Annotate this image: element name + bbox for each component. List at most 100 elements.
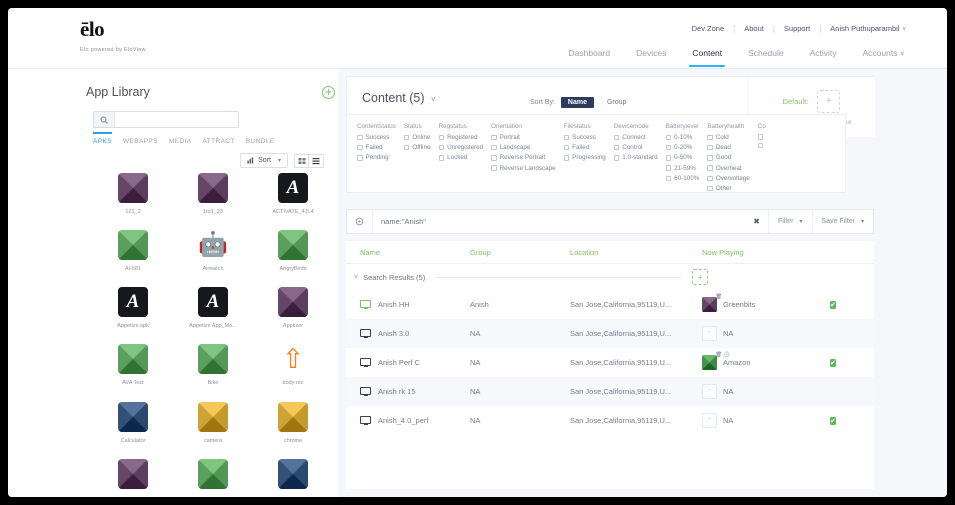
checkbox-icon[interactable] [613, 155, 620, 161]
trash-icon[interactable]: 🗑 [716, 295, 722, 300]
filter-checkbox-item[interactable]: Locked [438, 154, 484, 161]
filter-checkbox-item[interactable]: Dead [707, 144, 749, 151]
checkbox-icon[interactable] [757, 134, 764, 140]
tab-media[interactable]: MEDIA [169, 135, 199, 150]
checkbox-icon[interactable] [357, 134, 363, 141]
filter-checkbox-item[interactable]: Cold [707, 134, 749, 141]
checkbox-icon[interactable] [665, 144, 672, 151]
add-app-button[interactable]: + [322, 86, 335, 99]
filter-checkbox-item[interactable]: Unregistered [438, 144, 483, 151]
tab-bundle[interactable]: BUNDLE [246, 135, 282, 150]
now-playing-thumbnail[interactable]: 🗑 🕒 [702, 353, 730, 370]
filter-checkbox-item[interactable]: Failed [357, 144, 396, 151]
filter-checkbox-item[interactable]: Success [357, 134, 396, 141]
checkbox-icon[interactable] [665, 134, 672, 141]
checkbox-icon[interactable] [563, 144, 570, 151]
app-tile-item[interactable]: A Appetize App_Me... [177, 287, 249, 332]
checkbox-icon[interactable] [665, 155, 672, 161]
table-row[interactable]: Anish rk 15 NA San Jose,California,95119,U… [346, 377, 874, 406]
filter-checkbox-item[interactable]: 0-50% [665, 154, 700, 161]
filter-checkbox-item[interactable]: Other [707, 185, 749, 192]
filter-checkbox-item[interactable]: Reverse Portrait [491, 154, 556, 161]
checkbox-icon[interactable] [491, 165, 497, 171]
filter-checkbox-item[interactable]: Online [403, 134, 431, 141]
table-row[interactable]: Anish HH Anish San Jose,California,95119,U… [346, 290, 874, 319]
app-tile-item[interactable] [257, 458, 329, 497]
app-tile-item[interactable]: AngryBirds [257, 230, 329, 275]
filter-checkbox-item[interactable] [757, 134, 767, 140]
checkbox-icon[interactable] [665, 175, 672, 181]
app-tile-item[interactable]: A Appetize apk [97, 287, 169, 332]
checkbox-icon[interactable] [438, 134, 445, 141]
filter-checkbox-item[interactable]: Good [707, 154, 749, 161]
filter-checkbox-item[interactable]: Progressing [563, 154, 606, 161]
clock-icon[interactable]: 🕒 [724, 353, 730, 358]
checkbox-icon[interactable] [438, 155, 445, 161]
now-playing-thumbnail[interactable] [702, 326, 717, 341]
save-filter-button[interactable]: Save Filter ▾ [811, 210, 873, 233]
nav-item-devices[interactable]: Devices [623, 48, 679, 67]
now-playing-thumbnail[interactable] [702, 413, 717, 428]
checkbox-icon[interactable] [563, 134, 570, 141]
query-search-input[interactable] [373, 217, 746, 226]
filter-checkbox-item[interactable]: Pending [357, 154, 396, 161]
filter-checkbox-item[interactable]: Overheat [707, 165, 749, 172]
row-checkbox-checked[interactable]: ✔ [830, 300, 836, 309]
filter-checkbox-item[interactable]: Registered [438, 134, 484, 141]
utility-nav-item-about[interactable]: About [735, 24, 773, 33]
list-view-icon[interactable] [309, 153, 324, 168]
filter-checkbox-item[interactable]: Offline [403, 144, 431, 151]
utility-nav-item-support[interactable]: Support [775, 24, 819, 33]
filter-checkbox-item[interactable]: 0-10% [665, 134, 700, 141]
checkbox-icon[interactable] [613, 144, 620, 151]
app-tile-item[interactable]: Calculator [97, 401, 169, 447]
tab-webapps[interactable]: WEBAPPS [123, 135, 165, 150]
app-tile-item[interactable] [97, 458, 169, 497]
clear-search-icon[interactable]: ✖ [745, 217, 768, 226]
filter-checkbox-item[interactable]: Portrait [491, 134, 556, 141]
filter-checkbox-item[interactable]: Connect [613, 134, 658, 141]
checkbox-icon[interactable] [707, 144, 713, 151]
checkbox-icon[interactable] [563, 155, 570, 161]
app-tile-item[interactable]: chrome [257, 401, 329, 447]
column-header-location[interactable]: Location [570, 248, 702, 257]
now-playing-thumbnail[interactable]: 🗑 [702, 295, 722, 312]
column-header-name[interactable]: Name [360, 248, 470, 257]
now-playing-thumbnail[interactable] [702, 384, 717, 399]
checkbox-icon[interactable] [613, 134, 620, 141]
app-tile-item[interactable]: Al-681 [97, 230, 169, 275]
checkbox-icon[interactable] [665, 165, 672, 171]
app-tile-item[interactable]: camera [177, 401, 249, 447]
tab-apks[interactable]: APKS [93, 132, 119, 150]
column-header-now-playing[interactable]: Now Playing [702, 248, 830, 257]
checkbox-icon[interactable] [757, 142, 764, 149]
row-checkbox-checked[interactable]: ✔ [830, 358, 836, 367]
app-tile-item[interactable]: AVA Test [97, 344, 169, 389]
checkbox-icon[interactable] [357, 144, 363, 151]
add-to-group-button[interactable]: + [692, 269, 709, 285]
app-tile-item[interactable]: Apptizer [257, 287, 329, 332]
filter-checkbox-item[interactable]: 0-20% [665, 144, 700, 151]
checkbox-icon[interactable] [438, 144, 445, 151]
sort-by-name[interactable]: Name [560, 97, 594, 108]
content-title[interactable]: Content (5) ˅ [362, 91, 436, 105]
checkbox-icon[interactable] [707, 175, 713, 181]
sort-button[interactable]: Sort ▾ [240, 153, 288, 168]
sort-by-group[interactable]: Group [600, 97, 633, 108]
checkbox-icon[interactable] [357, 155, 363, 161]
filter-checkbox-item[interactable]: Success [563, 134, 606, 141]
nav-item-dashboard[interactable]: Dashboard [556, 48, 624, 67]
checkbox-icon[interactable] [707, 155, 713, 161]
app-tile-item[interactable] [177, 458, 249, 497]
user-menu[interactable]: Anish Puthuparambil ˅ [821, 24, 915, 33]
table-row[interactable]: Anish Perf C NA San Jose,California,95119,… [346, 348, 874, 377]
filter-checkbox-item[interactable]: Control [613, 144, 658, 151]
filter-button[interactable]: Filter ▾ [767, 210, 812, 233]
checkbox-icon[interactable] [403, 134, 410, 141]
table-row[interactable]: Anish_4.0_perf NA San Jose,California,9511… [346, 406, 874, 435]
filter-checkbox-item[interactable]: Failed [563, 144, 606, 151]
app-tile-item[interactable]: ⇧ body rec [257, 344, 329, 389]
app-tile-item[interactable]: 🤖 Airwatch [177, 230, 249, 275]
filter-checkbox-item[interactable] [757, 142, 767, 149]
utility-nav-item-dev-zone[interactable]: Dev Zone [683, 24, 734, 33]
